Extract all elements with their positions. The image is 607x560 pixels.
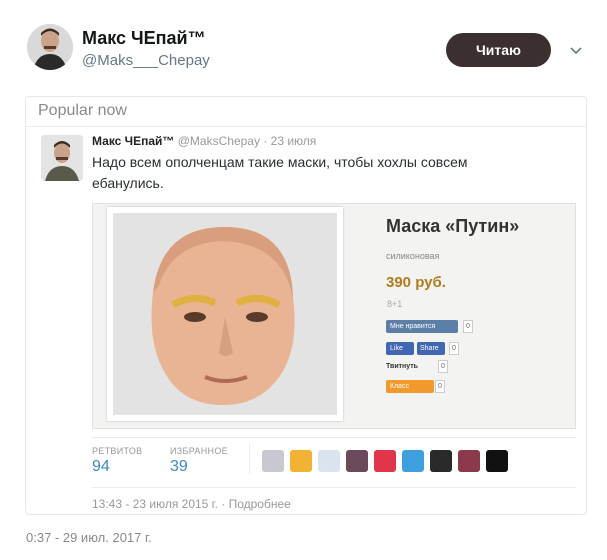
liker-avatar[interactable] <box>290 450 312 472</box>
tweet-share-button: Твитнуть <box>386 363 418 370</box>
fb-count: 0 <box>449 342 459 355</box>
likes-count[interactable]: 39 <box>170 458 188 476</box>
product-price: 390 руб. <box>386 274 446 291</box>
vk-like-button: Мне нравится <box>386 320 458 333</box>
stats-divider <box>92 437 576 438</box>
tweet-media[interactable]: Маска «Путин» силиконовая 390 руб. 8+1 М… <box>92 203 576 429</box>
product-material: силиконовая <box>386 251 440 261</box>
google-plus-button: 8+1 <box>387 299 403 309</box>
tweet-author-avatar-image <box>41 135 83 181</box>
tweet-author-handle[interactable]: @MaksChepay <box>178 134 260 148</box>
retweets-label: РЕТВИТОВ <box>92 446 143 456</box>
tweet-text: Надо всем ополченцам такие маски, чтобы … <box>92 154 468 191</box>
post-timestamp[interactable]: 0:37 - 29 июл. 2017 г. <box>26 530 152 545</box>
tweet-share-count: 0 <box>438 360 448 373</box>
card-divider <box>26 126 586 127</box>
popular-now-card: Popular now Макс ЧЕпай™ @MaksChepay · 23… <box>25 96 587 515</box>
tweet-author-avatar[interactable] <box>41 135 83 181</box>
liker-avatar[interactable] <box>346 450 368 472</box>
likes-label: ИЗБРАННОЕ <box>170 446 228 456</box>
tweet-timestamp[interactable]: 13:43 - 23 июля 2015 г. · Подробнее <box>92 497 291 511</box>
retweets-count[interactable]: 94 <box>92 458 110 476</box>
ok-like-count: 0 <box>435 380 445 393</box>
liker-avatar[interactable] <box>262 450 284 472</box>
card-title: Popular now <box>38 102 127 119</box>
vk-like-count: 0 <box>463 320 473 333</box>
profile-avatar-image <box>27 24 73 70</box>
product-title: Маска «Путин» <box>386 216 520 236</box>
chevron-down-icon[interactable] <box>568 42 584 58</box>
liker-avatar[interactable] <box>374 450 396 472</box>
fb-like-button: Like <box>386 342 414 355</box>
profile-handle[interactable]: @Maks___Chepay <box>82 52 210 69</box>
tweet-header: Макс ЧЕпай™ @MaksChepay · 23 июля <box>92 134 316 148</box>
product-photo <box>107 207 343 421</box>
ok-like-button: Класс <box>386 380 434 393</box>
timestamp-divider <box>92 487 576 488</box>
profile-avatar[interactable] <box>27 24 73 70</box>
tweet-author-name[interactable]: Макс ЧЕпай™ <box>92 134 174 148</box>
tweet-date[interactable]: · 23 июля <box>263 134 316 148</box>
stats-separator <box>249 444 250 474</box>
liker-avatar[interactable] <box>318 450 340 472</box>
profile-name[interactable]: Макс ЧЕпай™ <box>82 28 206 49</box>
liker-avatar[interactable] <box>402 450 424 472</box>
liker-avatar[interactable] <box>458 450 480 472</box>
liker-avatar[interactable] <box>486 450 508 472</box>
fb-share-button: Share <box>417 342 445 355</box>
liker-avatar[interactable] <box>430 450 452 472</box>
follow-button[interactable]: Читаю <box>446 33 551 67</box>
mask-image <box>113 213 337 415</box>
